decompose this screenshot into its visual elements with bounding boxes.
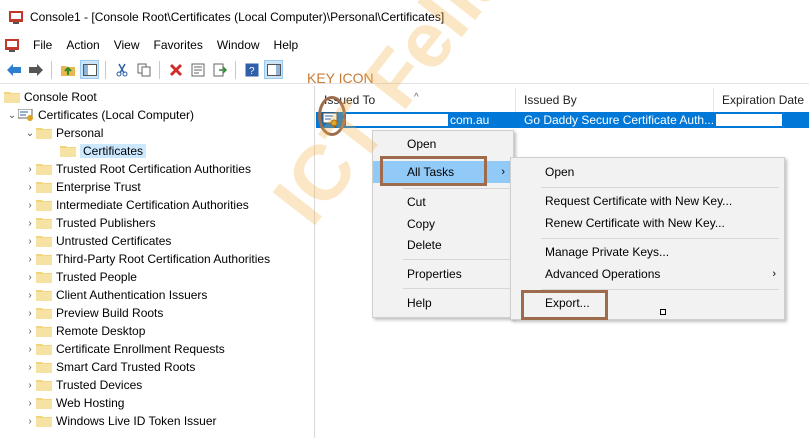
tree-node-store[interactable]: › Trusted Root Certification Authorities (24, 160, 251, 178)
column-header-expiration-date[interactable]: Expiration Date (714, 88, 809, 112)
up-folder-icon[interactable] (58, 60, 77, 79)
chevron-right-icon[interactable]: › (24, 412, 36, 430)
folder-icon (36, 182, 52, 193)
copy-icon[interactable] (134, 60, 153, 79)
folder-icon (36, 236, 52, 247)
submenu-item-open[interactable]: Open (511, 161, 784, 183)
menu-file[interactable]: File (26, 34, 59, 56)
folder-icon (36, 380, 52, 391)
chevron-right-icon[interactable]: › (24, 268, 36, 286)
folder-icon (36, 362, 52, 373)
menu-item-cut[interactable]: Cut (373, 191, 513, 213)
cut-icon[interactable] (112, 60, 131, 79)
svg-text:?: ? (249, 66, 255, 77)
chevron-right-icon[interactable]: › (24, 196, 36, 214)
delete-icon[interactable] (166, 60, 185, 79)
all-tasks-highlight-box (380, 156, 487, 186)
chevron-right-icon[interactable]: › (24, 178, 36, 196)
submenu-item-advanced-operations[interactable]: Advanced Operations › (511, 263, 784, 285)
folder-icon (60, 146, 76, 157)
chevron-right-icon[interactable]: › (24, 304, 36, 322)
column-header-issued-by[interactable]: Issued By (516, 88, 714, 112)
submenu-item-manage-private-keys[interactable]: Manage Private Keys... (511, 241, 784, 263)
folder-icon (36, 272, 52, 283)
chevron-right-icon: › (501, 166, 505, 178)
back-arrow-icon[interactable] (4, 60, 23, 79)
cell-issued-to: com.au (450, 113, 490, 127)
tree-node-certificates[interactable]: Certificates (60, 142, 147, 160)
folder-icon (4, 92, 20, 103)
help-icon[interactable]: ? (242, 60, 261, 79)
folder-icon (36, 398, 52, 409)
menu-favorites[interactable]: Favorites (147, 34, 210, 56)
tree-node-console-root[interactable]: Console Root (4, 88, 97, 106)
folder-icon (36, 416, 52, 427)
tree-node-certificates-local-computer[interactable]: ⌄ Certificates (Local Computer) (6, 106, 194, 124)
chevron-right-icon[interactable]: › (24, 232, 36, 250)
export-highlight-box (521, 290, 608, 320)
chevron-right-icon[interactable]: › (24, 250, 36, 268)
chevron-down-icon[interactable]: ⌄ (24, 124, 36, 142)
tree-node-store[interactable]: › Intermediate Certification Authorities (24, 196, 248, 214)
chevron-right-icon[interactable]: › (24, 214, 36, 232)
menu-help[interactable]: Help (267, 34, 306, 56)
properties-icon[interactable] (188, 60, 207, 79)
tree-node-store[interactable]: › Certificate Enrollment Requests (24, 340, 224, 358)
menu-window[interactable]: Window (210, 34, 267, 56)
tree-node-store[interactable]: › Trusted People (24, 268, 137, 286)
folder-icon (36, 218, 52, 229)
tree-node-store[interactable]: › Web Hosting (24, 394, 124, 412)
forward-arrow-icon[interactable] (26, 60, 45, 79)
show-hide-tree-icon[interactable] (80, 60, 99, 79)
tree-node-store[interactable]: › Trusted Devices (24, 376, 142, 394)
tree-node-store[interactable]: › Third-Party Root Certification Authorit… (24, 250, 270, 268)
folder-icon (36, 290, 52, 301)
console-tree: Console Root ⌄ Certificates (Local Compu… (0, 86, 315, 438)
chevron-right-icon[interactable]: › (24, 358, 36, 376)
menu-item-properties[interactable]: Properties (373, 263, 513, 285)
tree-node-store[interactable]: › Client Authentication Issuers (24, 286, 207, 304)
show-action-pane-icon[interactable] (264, 60, 283, 79)
mmc-app-icon (9, 11, 23, 24)
folder-icon (36, 326, 52, 337)
folder-icon (36, 308, 52, 319)
menu-action[interactable]: Action (59, 34, 106, 56)
chevron-right-icon: › (772, 268, 776, 280)
tree-node-store[interactable]: › Enterprise Trust (24, 178, 140, 196)
chevron-right-icon[interactable]: › (24, 286, 36, 304)
tree-node-store[interactable]: › Trusted Publishers (24, 214, 155, 232)
menu-item-copy[interactable]: Copy (373, 213, 513, 235)
export-list-icon[interactable] (210, 60, 229, 79)
tree-node-personal[interactable]: ⌄ Personal (24, 124, 104, 142)
chevron-right-icon[interactable]: › (24, 322, 36, 340)
folder-icon (36, 164, 52, 175)
chevron-right-icon[interactable]: › (24, 394, 36, 412)
cell-issued-by: Go Daddy Secure Certificate Auth... (524, 113, 715, 127)
folder-icon (36, 254, 52, 265)
folder-icon (36, 200, 52, 211)
submenu-item-renew-new-key[interactable]: Renew Certificate with New Key... (511, 212, 784, 234)
tree-node-store[interactable]: › Untrusted Certificates (24, 232, 171, 250)
submenu-item-request-new-key[interactable]: Request Certificate with New Key... (511, 190, 784, 212)
certificate-store-icon (18, 109, 33, 121)
folder-open-icon (36, 128, 52, 139)
mouse-cursor (660, 309, 666, 315)
tree-node-store[interactable]: › Remote Desktop (24, 322, 145, 340)
menu-item-help[interactable]: Help (373, 292, 513, 314)
tree-node-store[interactable]: › Windows Live ID Token Issuer (24, 412, 216, 430)
chevron-right-icon[interactable]: › (24, 160, 36, 178)
folder-icon (36, 344, 52, 355)
chevron-down-icon[interactable]: ⌄ (6, 106, 18, 124)
chevron-right-icon[interactable]: › (24, 340, 36, 358)
console-menu-icon[interactable] (4, 37, 20, 53)
menu-view[interactable]: View (107, 34, 147, 56)
menu-item-delete[interactable]: Delete (373, 234, 513, 256)
chevron-right-icon[interactable]: › (24, 376, 36, 394)
tree-node-store[interactable]: › Smart Card Trusted Roots (24, 358, 195, 376)
redacted-expiration (716, 114, 782, 126)
tree-node-store[interactable]: › Preview Build Roots (24, 304, 163, 322)
